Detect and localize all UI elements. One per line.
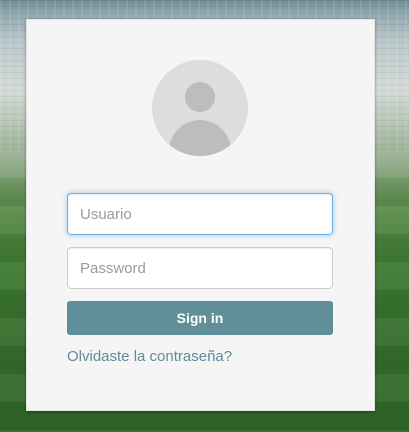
user-avatar-icon (152, 60, 248, 156)
username-input[interactable] (67, 193, 333, 235)
password-input[interactable] (67, 247, 333, 289)
sign-in-button[interactable]: Sign in (67, 301, 333, 335)
avatar-head-shape (185, 82, 215, 112)
avatar-body-shape (169, 120, 231, 156)
forgot-password-link[interactable]: Olvidaste la contraseña? (67, 348, 232, 365)
login-card: Sign in Olvidaste la contraseña? (26, 19, 375, 411)
